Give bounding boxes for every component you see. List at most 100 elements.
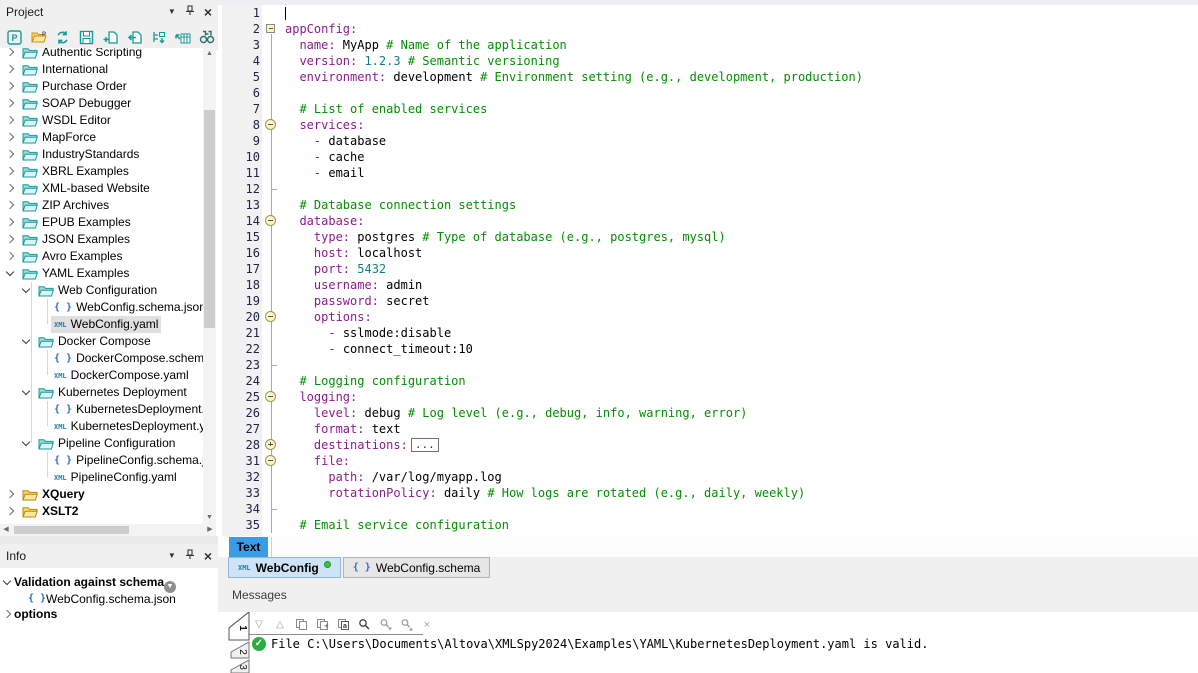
tree-item-dockercompose-yaml[interactable]: XMLDockerCompose.yaml [0,367,203,384]
fold-collapse-icon[interactable] [265,215,276,226]
scroll-down-icon[interactable]: ▼ [203,512,216,524]
code-line[interactable]: username: admin [285,277,422,293]
info-item-2[interactable]: options [0,606,218,622]
open-project-icon[interactable]: P [28,27,49,47]
panel-menu-icon[interactable]: ▼ [168,8,176,16]
chevron-down-icon[interactable] [22,285,30,293]
chevron-right-icon[interactable] [6,150,14,158]
code-line[interactable]: type: postgres # Type of database (e.g.,… [285,229,726,245]
copy-message-icon[interactable] [294,618,308,632]
chevron-right-icon[interactable] [6,82,14,90]
code-line[interactable]: - sslmode:disable [285,325,451,341]
tree-item-dockercompose-schema-json[interactable]: { }DockerCompose.schema.json [0,350,203,367]
add-active-file-icon[interactable] [148,27,169,47]
code-line[interactable]: port: 5432 [285,261,386,277]
tree-item-json-examples[interactable]: JSON Examples [0,231,203,248]
tree-item-yaml-examples[interactable]: YAML Examples [0,265,203,282]
close-icon[interactable]: × [204,6,212,18]
info-item-1[interactable]: WebConfig.schema.json{ } [0,591,218,607]
chevron-right-icon[interactable] [6,167,14,175]
tree-item-webconfig-schema-json[interactable]: { }WebConfig.schema.json [0,299,203,316]
scroll-right-icon[interactable]: ▶ [204,524,216,536]
save-project-icon[interactable] [76,27,97,47]
tree-item-xbrl-examples[interactable]: XBRL Examples [0,163,203,180]
chevron-down-icon[interactable] [22,387,30,395]
code-line[interactable]: destinations:... [285,437,439,453]
tree-item-docker-compose[interactable]: Docker Compose [0,333,203,350]
chevron-down-icon[interactable] [22,336,30,344]
tree-item-zip-archives[interactable]: ZIP Archives [0,197,203,214]
tree-item-wsdl-editor[interactable]: WSDL Editor [0,112,203,129]
info-item-0[interactable]: Validation against schema▼ [0,574,218,590]
chevron-right-icon[interactable] [6,201,14,209]
chevron-right-icon[interactable] [6,184,14,192]
tree-item-pipeline-configuration[interactable]: Pipeline Configuration [0,435,203,452]
file-tab-webconfig[interactable]: XMLWebConfig [228,557,341,578]
next-message-icon[interactable]: ▽ [252,618,266,632]
tree-item-international[interactable]: International [0,61,203,78]
chevron-down-icon[interactable] [3,577,11,585]
chevron-right-icon[interactable] [6,252,14,260]
close-icon[interactable]: × [204,550,212,562]
project-window-icon[interactable]: P [4,27,25,47]
tree-item-xquery[interactable]: XQuery [0,486,203,503]
chevron-right-icon[interactable] [6,133,14,141]
collapsed-content-box[interactable]: ... [411,438,439,452]
pin-icon[interactable] [185,5,195,19]
chevron-right-icon[interactable] [6,235,14,243]
chevron-right-icon[interactable] [6,507,14,515]
code-line[interactable]: name: MyApp # Name of the application [285,37,567,53]
find-in-project-icon[interactable] [196,27,217,47]
fold-collapse-icon[interactable] [266,24,275,33]
code-line[interactable]: options: [285,309,372,325]
tree-item-pipelineconfig-yaml[interactable]: XMLPipelineConfig.yaml [0,469,203,486]
scroll-left-icon[interactable]: ◀ [0,524,12,536]
tree-item-xml-based-website[interactable]: XML-based Website [0,180,203,197]
previous-message-icon[interactable]: △ [273,618,287,632]
add-global-resource-icon[interactable] [172,27,193,47]
tree-item-xslt2[interactable]: XSLT2 [0,503,203,520]
chevron-right-icon[interactable] [6,65,14,73]
copy-message-and-children-icon[interactable]: + [315,618,329,632]
tree-item-soap-debugger[interactable]: SOAP Debugger [0,95,203,112]
add-file-to-project-icon[interactable] [100,27,121,47]
tree-item-mapforce[interactable]: MapForce [0,129,203,146]
panel-splitter[interactable] [0,536,218,544]
tree-item-pipelineconfig-schema-json[interactable]: { }PipelineConfig.schema.json [0,452,203,469]
chevron-down-icon[interactable] [22,438,30,446]
project-tree-vscrollbar[interactable]: ▲ ▼ [203,48,216,524]
chevron-right-icon[interactable] [6,490,14,498]
tree-item-avro-examples[interactable]: Avro Examples [0,248,203,265]
code-line[interactable]: format: text [285,421,401,437]
tree-item-kubernetes-deployment[interactable]: Kubernetes Deployment [0,384,203,401]
code-line[interactable]: logging: [285,389,357,405]
fold-collapse-icon[interactable] [265,455,276,466]
tree-item-purchase-order[interactable]: Purchase Order [0,78,203,95]
message-window-tabs[interactable]: 123 [224,612,250,673]
code-line[interactable]: - email [285,165,364,181]
fold-expand-icon[interactable] [265,439,276,450]
tab-text-view[interactable]: Text [229,537,268,557]
code-line[interactable]: # Logging configuration [285,373,466,389]
panel-menu-icon[interactable]: ▼ [168,552,176,560]
tree-item-web-configuration[interactable]: Web Configuration [0,282,203,299]
code-line[interactable]: path: /var/log/myapp.log [285,469,502,485]
code-line[interactable]: host: localhost [285,245,422,261]
code-line[interactable]: - connect_timeout:10 [285,341,473,357]
scroll-up-icon[interactable]: ▲ [203,48,216,60]
code-line[interactable]: # List of enabled services [285,101,487,117]
code-line[interactable]: database: [285,213,364,229]
fold-collapse-icon[interactable] [265,311,276,322]
project-tree-hscrollbar[interactable]: ◀ ▶ [0,524,216,536]
code-line[interactable]: rotationPolicy: daily # How logs are rot… [285,485,805,501]
file-tab-webconfig-schema[interactable]: { }WebConfig.schema [343,557,491,578]
code-line[interactable]: file: [285,453,350,469]
tree-item-epub-examples[interactable]: EPUB Examples [0,214,203,231]
reload-project-icon[interactable] [52,27,73,47]
chevron-right-icon[interactable] [6,116,14,124]
find-icon[interactable] [357,618,371,632]
code-line[interactable]: appConfig: [285,21,357,37]
vscroll-thumb[interactable] [204,110,215,328]
chevron-right-icon[interactable] [3,610,11,618]
tree-item-webconfig-yaml[interactable]: XMLWebConfig.yaml [0,316,203,333]
